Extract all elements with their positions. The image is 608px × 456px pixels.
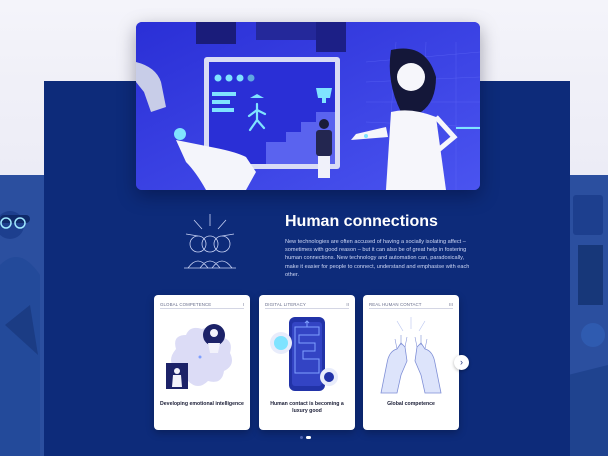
connection-icon	[184, 214, 236, 269]
pagination-dot-active[interactable]	[306, 436, 311, 439]
carousel-next-button[interactable]: ›	[454, 355, 469, 370]
card-caption: Human contact is becoming a luxury good	[270, 401, 344, 414]
card-digital-literacy[interactable]: DIGITAL LITERACY II Human contact is bec…	[259, 295, 355, 430]
left-side-panel	[0, 175, 45, 456]
card-number: II	[346, 301, 349, 307]
card-caption: Developing emotional intelligence	[160, 401, 244, 407]
section-body: New technologies are often accused of ha…	[285, 239, 470, 278]
hero-illustration	[136, 22, 480, 190]
pagination-dot[interactable]	[300, 436, 303, 439]
reaching-hands-illustration	[380, 317, 442, 394]
emotional-intelligence-illustration	[166, 324, 232, 389]
carousel-pagination	[300, 436, 311, 439]
maze-phone-illustration	[270, 317, 338, 391]
card-header: GLOBAL COMPETENCE I	[160, 300, 244, 309]
card-global-competence[interactable]: GLOBAL COMPETENCE I Developing emotional…	[154, 295, 250, 430]
card-tag: DIGITAL LITERACY	[265, 301, 306, 307]
card-real-human-contact[interactable]: REAL HUMAN CONTACT III Global competence	[363, 295, 459, 430]
card-tag: REAL HUMAN CONTACT	[369, 301, 422, 307]
card-header: REAL HUMAN CONTACT III	[369, 300, 453, 309]
card-number: I	[242, 301, 244, 307]
card-caption: Global competence	[387, 401, 435, 407]
section-title: Human connections	[285, 213, 438, 230]
card-header: DIGITAL LITERACY II	[265, 300, 349, 309]
right-side-panel	[568, 175, 608, 456]
card-tag: GLOBAL COMPETENCE	[160, 301, 212, 307]
card-number: III	[449, 301, 453, 307]
